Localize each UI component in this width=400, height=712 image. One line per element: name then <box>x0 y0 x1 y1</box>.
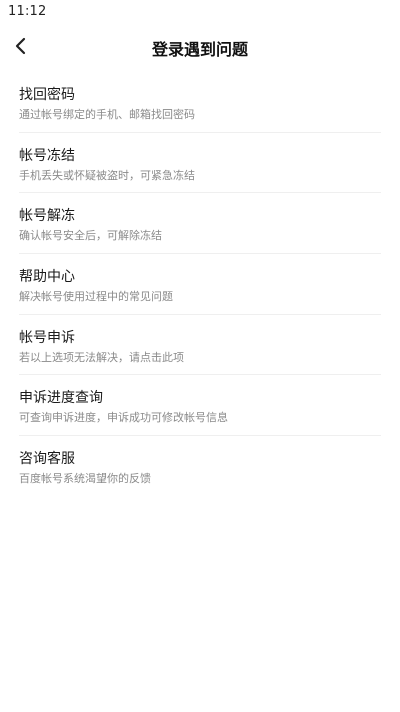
page-title: 登录遇到问题 <box>151 40 248 59</box>
menu-item-freeze-account[interactable]: 帐号冻结 手机丢失或怀疑被盗时，可紧急冻结 <box>19 133 381 194</box>
menu-item-title: 找回密码 <box>19 87 75 103</box>
menu-item-appeal-progress[interactable]: 申诉进度查询 可查询申诉进度，申诉成功可修改帐号信息 <box>19 375 381 437</box>
status-time: 11:12 <box>8 4 47 19</box>
menu-item-desc: 解决帐号使用过程中的常见问题 <box>19 290 173 304</box>
menu-item-title: 帐号解冻 <box>19 208 75 225</box>
status-bar: 11:12 <box>0 0 400 22</box>
menu-item-desc: 通过帐号绑定的手机、邮箱找回密码 <box>19 108 195 121</box>
menu-item-account-appeal[interactable]: 帐号申诉 若以上选项无法解决，请点击此项 <box>19 315 381 376</box>
nav-bar: 登录遇到问题 <box>0 22 400 72</box>
menu-item-desc: 可查询申诉进度，申诉成功可修改帐号信息 <box>19 411 228 425</box>
menu-item-desc: 确认帐号安全后，可解除冻结 <box>19 229 162 243</box>
menu-item-customer-service[interactable]: 咨询客服 百度帐号系统渴望你的反馈 <box>19 436 381 497</box>
menu-item-title: 帐号申诉 <box>19 329 75 346</box>
menu-item-title: 申诉进度查询 <box>19 390 103 407</box>
menu-item-title: 帐号冻结 <box>19 147 75 164</box>
menu-item-recover-password[interactable]: 找回密码 通过帐号绑定的手机、邮箱找回密码 <box>19 72 381 133</box>
menu-item-unfreeze-account[interactable]: 帐号解冻 确认帐号安全后，可解除冻结 <box>19 193 381 255</box>
menu-item-desc: 手机丢失或怀疑被盗时，可紧急冻结 <box>19 168 195 182</box>
menu-item-title: 帮助中心 <box>19 269 75 286</box>
menu-item-title: 咨询客服 <box>19 451 75 468</box>
menu-item-help-center[interactable]: 帮助中心 解决帐号使用过程中的常见问题 <box>19 254 381 315</box>
menu-list: 找回密码 通过帐号绑定的手机、邮箱找回密码 帐号冻结 手机丢失或怀疑被盗时，可紧… <box>19 72 381 497</box>
menu-item-desc: 百度帐号系统渴望你的反馈 <box>19 472 151 486</box>
menu-item-desc: 若以上选项无法解决，请点击此项 <box>19 350 184 364</box>
